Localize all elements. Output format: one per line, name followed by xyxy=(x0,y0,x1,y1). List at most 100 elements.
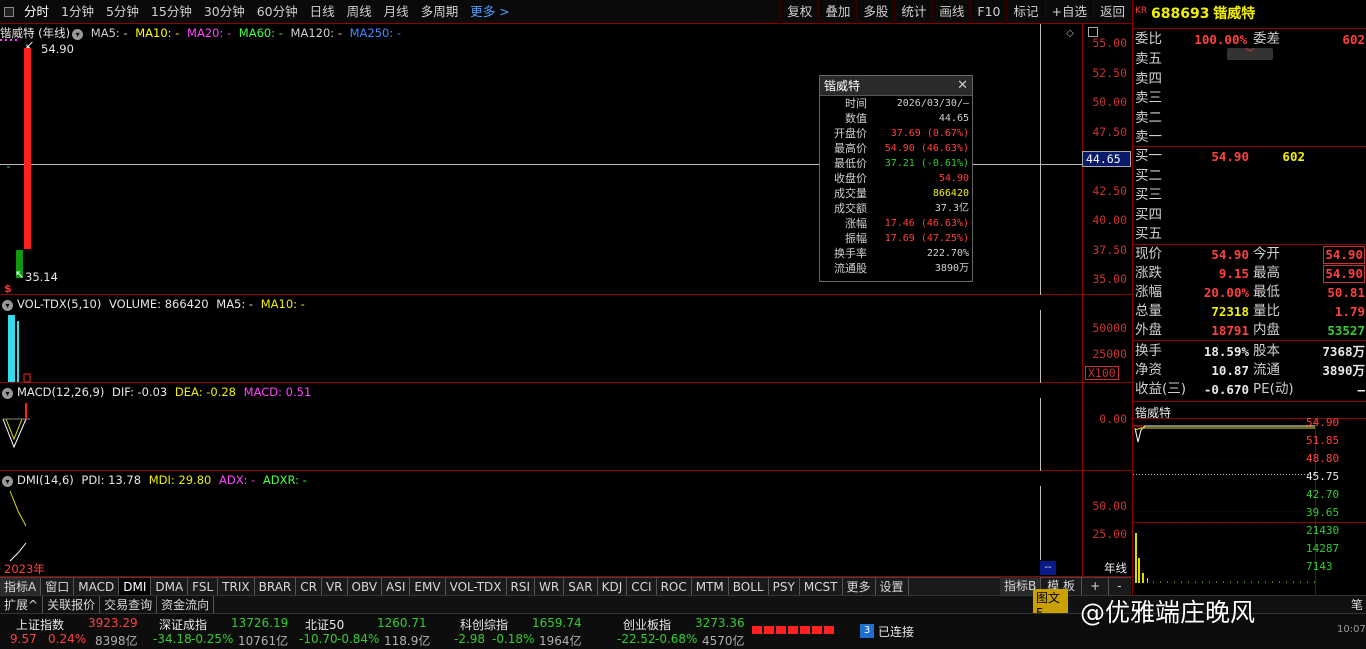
indicator-tab[interactable]: DMI xyxy=(119,577,152,596)
indicator-tab[interactable]: CR xyxy=(296,577,322,596)
draw-line-button[interactable]: 画线 xyxy=(933,0,970,24)
tooltip-value: 37.69 (0.67%) xyxy=(890,128,969,139)
back-button[interactable]: 返回 xyxy=(1094,0,1131,24)
indicator-tab[interactable]: RSI xyxy=(507,577,536,596)
indicator-tab[interactable]: 设置 xyxy=(876,577,909,596)
indicator-tab[interactable]: 更多 xyxy=(843,577,876,596)
index-name[interactable]: 北证50 xyxy=(305,616,344,633)
tab-weekly[interactable]: 周线 xyxy=(341,0,378,24)
buy-level-row[interactable]: 买一 54.90 602 xyxy=(1135,147,1366,166)
fund-flow-tab[interactable]: 资金流向 xyxy=(157,595,215,614)
multi-stock-button[interactable]: 多股 xyxy=(857,0,894,24)
f10-button[interactable]: F10 xyxy=(971,0,1006,24)
index-value: 3273.36 xyxy=(695,616,745,630)
fuquan-button[interactable]: 复权 xyxy=(781,0,818,24)
stat-label: 股本 xyxy=(1253,343,1280,359)
indicator-tab[interactable]: 窗口 xyxy=(41,577,75,596)
market-badge: KR xyxy=(1135,6,1148,16)
sell-level-row[interactable]: 卖四 xyxy=(1135,70,1366,89)
dmi-pane[interactable]: ▾ DMI(14,6) PDI: 13.78 MDI: 29.80 ADX: - … xyxy=(0,471,1082,577)
indicator-tab[interactable]: VR xyxy=(322,577,348,596)
overlay-button[interactable]: 叠加 xyxy=(819,0,856,24)
tab-fenshi[interactable]: 分时 xyxy=(18,0,55,24)
tab-30min[interactable]: 30分钟 xyxy=(198,0,251,24)
vol-tick: 50000 xyxy=(1092,321,1127,335)
tab-daily[interactable]: 日线 xyxy=(304,0,341,24)
indicator-tab[interactable]: 指标A xyxy=(0,577,42,596)
sell-level-row[interactable]: 卖二 xyxy=(1135,109,1366,128)
indicator-tab[interactable]: VOL-TDX xyxy=(446,577,507,596)
related-quotes-tab[interactable]: 关联报价 xyxy=(43,595,101,614)
connection-status[interactable]: 3 已连接 xyxy=(860,623,914,639)
macd-tick: 0.00 xyxy=(1099,412,1127,426)
indicator-tab[interactable]: EMV xyxy=(410,577,446,596)
tab-15min[interactable]: 15分钟 xyxy=(145,0,198,24)
sell-level-label: 卖二 xyxy=(1135,109,1162,126)
stat-label: 最低 xyxy=(1253,284,1280,300)
tab-5min[interactable]: 5分钟 xyxy=(100,0,145,24)
tab-60min[interactable]: 60分钟 xyxy=(251,0,304,24)
index-name[interactable]: 深证成指 xyxy=(159,616,207,633)
tooltip-value: 54.90 (46.63%) xyxy=(884,143,969,154)
price-tick: 42.50 xyxy=(1092,184,1127,198)
indicator-tab[interactable]: DMA xyxy=(151,577,189,596)
stat-label: 换手 xyxy=(1135,343,1162,359)
indicator-tab[interactable]: WR xyxy=(535,577,565,596)
indicator-tab[interactable]: FSL xyxy=(188,577,219,596)
mark-button[interactable]: 标记 xyxy=(1007,0,1044,24)
indicator-tab[interactable]: MCST xyxy=(800,577,843,596)
buy-level-row[interactable]: 买三 xyxy=(1135,186,1366,205)
indicator-tab[interactable]: MACD xyxy=(74,577,120,596)
buy-level-label: 买四 xyxy=(1135,206,1162,223)
dmi-tick: 50.00 xyxy=(1092,499,1127,513)
toolbar-toggle-icon[interactable] xyxy=(4,7,14,17)
tab-1min[interactable]: 1分钟 xyxy=(55,0,100,24)
tab-monthly[interactable]: 月线 xyxy=(378,0,415,24)
stat-value: 54.90 xyxy=(1211,247,1249,262)
index-value: 13726.19 xyxy=(231,616,289,630)
expand-tab[interactable]: 扩展^ xyxy=(0,595,44,614)
stat-label: 涨跌 xyxy=(1135,265,1162,281)
index-name[interactable]: 上证指数 xyxy=(16,616,64,633)
main-chart-pane[interactable]: 锴威特 (年线) ▾ MA5: - MA10: - MA20: - MA60: -… xyxy=(0,24,1098,295)
indicator-tab[interactable]: ROC xyxy=(657,577,692,596)
add-watchlist-button[interactable]: +自选 xyxy=(1046,0,1093,24)
stat-value: 1.79 xyxy=(1334,304,1365,319)
sell-level-row[interactable]: 卖五 xyxy=(1135,50,1366,69)
sell-level-row[interactable]: 卖一 xyxy=(1135,128,1366,147)
indicator-tab[interactable]: BOLL xyxy=(729,577,769,596)
indicator-tab[interactable]: CCI xyxy=(627,577,657,596)
buy-level-row[interactable]: 买四 xyxy=(1135,206,1366,225)
indicator-tab[interactable]: ASI xyxy=(382,577,411,596)
index-name[interactable]: 创业板指 xyxy=(623,616,671,633)
stat-value: 9.15 xyxy=(1218,266,1249,281)
stat-row: 净资 10.87 流通 3890万 xyxy=(1135,361,1366,380)
trade-query-tab[interactable]: 交易查询 xyxy=(100,595,158,614)
stat-value: 18.59% xyxy=(1203,344,1249,359)
close-icon[interactable]: ✕ xyxy=(957,78,968,93)
volume-pane[interactable]: ▾ VOL-TDX(5,10) VOLUME: 866420 MA5: - MA1… xyxy=(0,295,1082,383)
indicator-tab[interactable]: MTM xyxy=(692,577,729,596)
indicator-tab[interactable]: PSY xyxy=(769,577,800,596)
mini-tick: 45.75 xyxy=(1306,470,1340,483)
tab-multi-period[interactable]: 多周期 xyxy=(415,0,465,24)
stats-button[interactable]: 统计 xyxy=(895,0,932,24)
pen-tab[interactable]: 笔 xyxy=(1348,596,1366,613)
vol-tick: 25000 xyxy=(1092,347,1127,361)
indicator-tab[interactable]: TRIX xyxy=(218,577,255,596)
indicator-tab[interactable]: BRAR xyxy=(255,577,297,596)
more-periods-button[interactable]: 更多 > xyxy=(464,0,515,24)
index-name[interactable]: 科创综指 xyxy=(460,616,508,633)
data-tooltip: 锴威特 ✕ 时间 2026/03/30/— 数值 44.65 开盘价 37.69 (0.6… xyxy=(819,75,973,282)
sell-level-row[interactable]: 卖三 xyxy=(1135,89,1366,108)
tooltip-row: 涨幅 17.46 (46.63%) xyxy=(820,216,972,231)
indicator-tab[interactable]: OBV xyxy=(348,577,383,596)
stock-code: 688693 xyxy=(1150,6,1210,22)
tooltip-row: 最高价 54.90 (46.63%) xyxy=(820,141,972,156)
buy-level-row[interactable]: 买五 xyxy=(1135,225,1366,244)
price-tick: 55.00 xyxy=(1092,36,1127,50)
buy-level-row[interactable]: 买二 xyxy=(1135,167,1366,186)
macd-pane[interactable]: ▾ MACD(12,26,9) DIF: -0.03 DEA: -0.28 MAC… xyxy=(0,383,1082,471)
indicator-tab[interactable]: SAR xyxy=(564,577,598,596)
indicator-tab[interactable]: KDJ xyxy=(598,577,628,596)
